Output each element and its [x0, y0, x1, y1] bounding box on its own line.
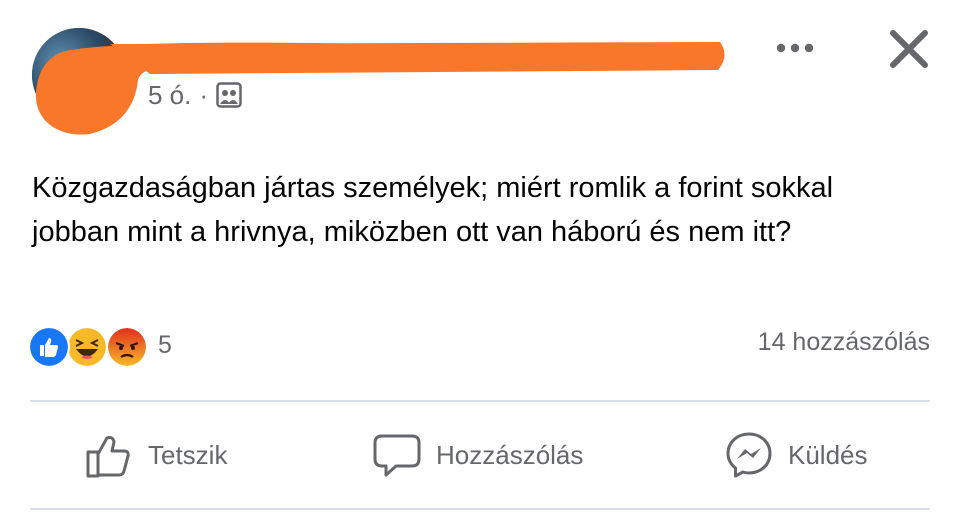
- like-label: Tetszik: [148, 439, 228, 470]
- post-timestamp[interactable]: 5 ó.: [148, 80, 191, 111]
- meta-separator: ·: [199, 79, 209, 110]
- comment-button[interactable]: Hozzászólás: [372, 402, 583, 508]
- post-meta: 5 ó. ·: [148, 80, 242, 110]
- reaction-count: 5: [158, 330, 172, 359]
- haha-reaction-icon: [66, 326, 108, 368]
- comment-count[interactable]: 14 hozzászólás: [758, 328, 930, 357]
- like-button[interactable]: Tetszik: [84, 402, 227, 508]
- group-audience-icon: [216, 82, 242, 108]
- more-horizontal-icon[interactable]: [770, 30, 820, 66]
- comment-label: Hozzászólás: [436, 439, 584, 470]
- post-header: 5 ó. ·: [0, 0, 960, 150]
- close-icon[interactable]: [884, 24, 934, 74]
- send-label: Küldés: [788, 439, 868, 470]
- reaction-summary[interactable]: 5: [28, 325, 172, 368]
- messenger-icon: [726, 432, 772, 478]
- send-button[interactable]: Küldés: [724, 402, 868, 508]
- action-bar: Tetszik Hozzászólás Küldés: [30, 402, 930, 508]
- angry-reaction-icon: [106, 326, 148, 368]
- like-reaction-icon: [28, 326, 70, 368]
- post-text: Közgazdaságban jártas személyek; miért r…: [32, 172, 834, 248]
- thumbs-up-icon: [86, 436, 130, 478]
- reaction-icons: [28, 325, 152, 368]
- comment-bubble-icon: [373, 434, 421, 477]
- redaction-scribble: [35, 42, 725, 135]
- divider: [30, 508, 930, 510]
